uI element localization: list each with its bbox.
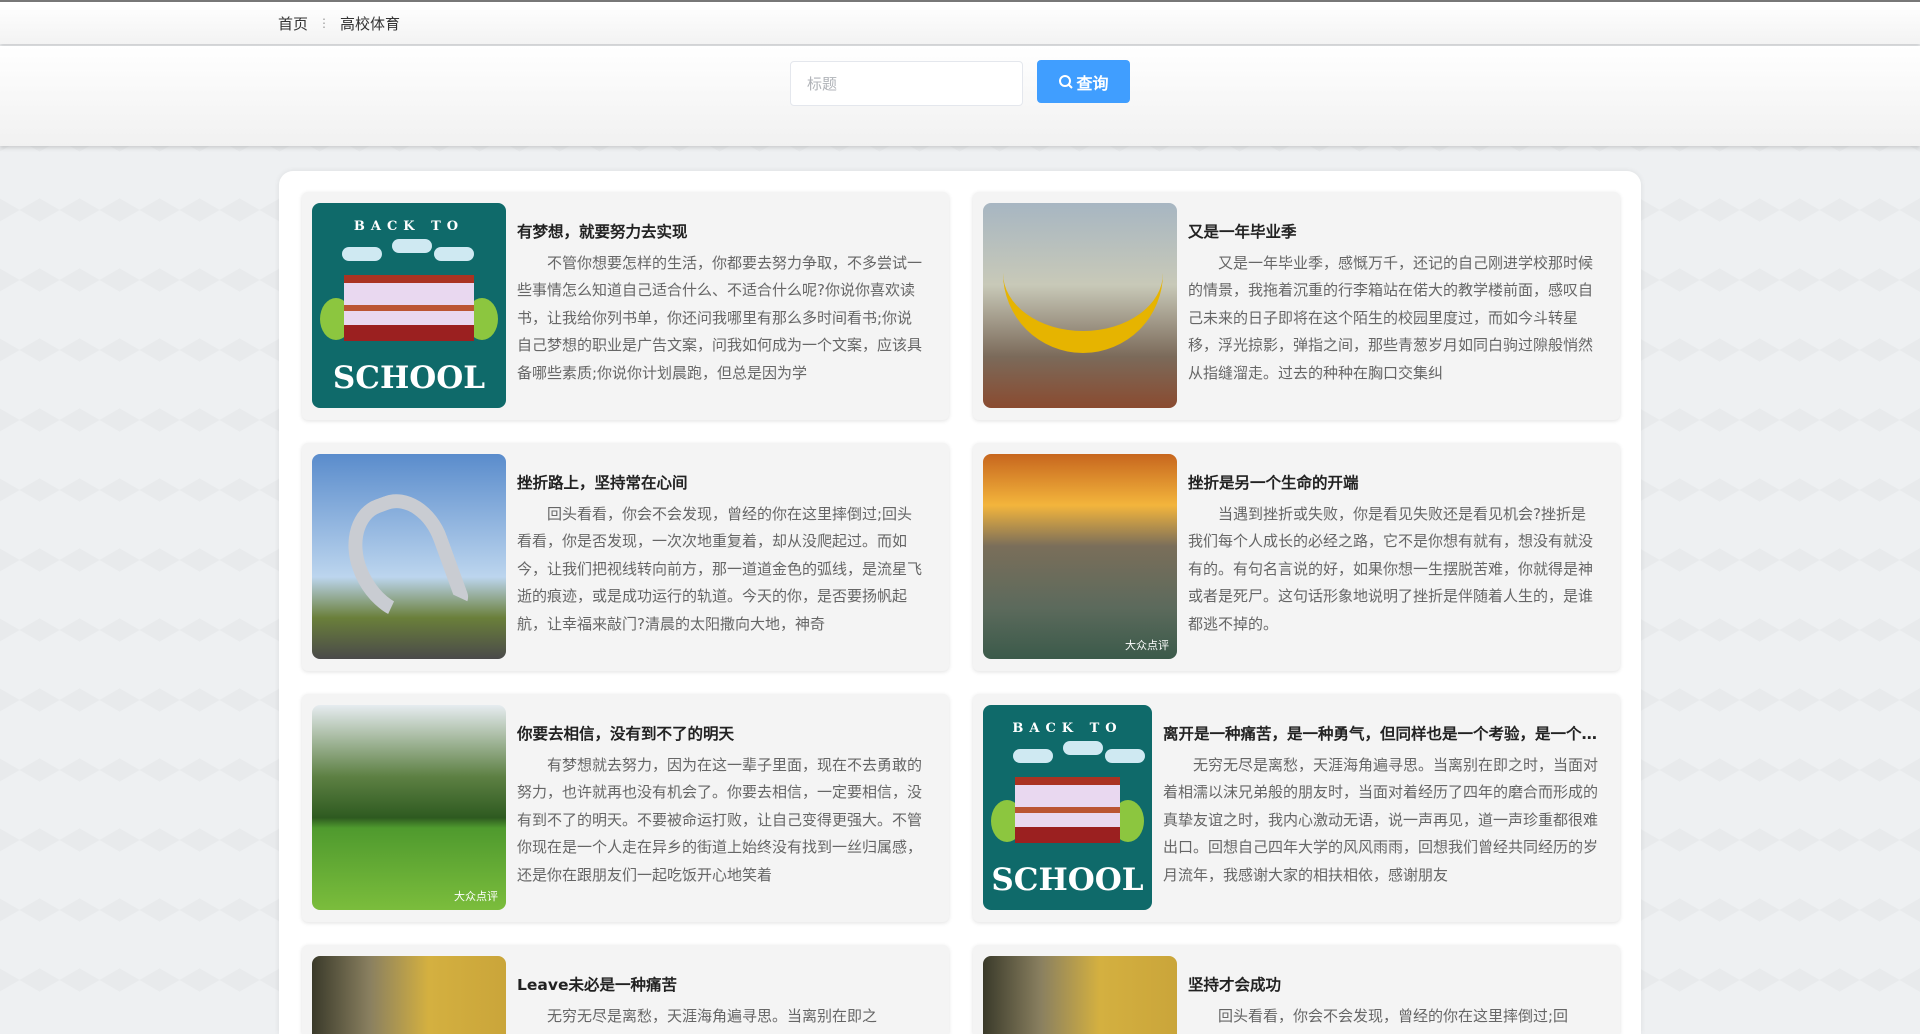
article-card[interactable]: 大众点评 挫折是另一个生命的开端 当遇到挫折或失败，你是看见失败还是看见机会?挫… bbox=[973, 443, 1620, 671]
breadcrumb-current: 高校体育 bbox=[340, 13, 400, 34]
article-title[interactable]: Leave未必是一种痛苦 bbox=[517, 973, 927, 997]
breadcrumb-home[interactable]: 首页 bbox=[278, 13, 308, 34]
article-thumbnail[interactable]: 大众点评 bbox=[312, 705, 506, 910]
article-summary: 无穷无尽是离愁，天涯海角遍寻思。当离别在即之时，当面对着相濡以沫兄弟般的朋友时，… bbox=[1163, 752, 1598, 889]
article-title[interactable]: 坚持才会成功 bbox=[1188, 973, 1598, 997]
article-title[interactable]: 有梦想，就要努力去实现 bbox=[517, 220, 927, 244]
poster-text-bottom: SCHOOL bbox=[312, 360, 506, 396]
article-summary: 有梦想就去努力，因为在这一辈子里面，现在不去勇敢的努力，也许就再也没有机会了。你… bbox=[517, 752, 927, 889]
poster-text-bottom: SCHOOL bbox=[983, 862, 1152, 898]
article-title[interactable]: 又是一年毕业季 bbox=[1188, 220, 1598, 244]
article-thumbnail[interactable] bbox=[983, 956, 1177, 1034]
article-card[interactable]: 挫折路上，坚持常在心间 回头看看，你会不会发现，曾经的你在这里摔倒过;回头看看，… bbox=[302, 443, 949, 671]
article-thumbnail[interactable]: BACK TO SCHOOL bbox=[312, 203, 506, 408]
article-card[interactable]: Leave未必是一种痛苦 无穷无尽是离愁，天涯海角遍寻思。当离别在即之 bbox=[302, 945, 949, 1034]
breadcrumb: 首页 ⋮ 高校体育 bbox=[0, 0, 1920, 44]
article-card[interactable]: 坚持才会成功 回头看看，你会不会发现，曾经的你在这里摔倒过;回 bbox=[973, 945, 1620, 1034]
poster-text-top: BACK TO bbox=[983, 721, 1152, 736]
poster-text-top: BACK TO bbox=[312, 219, 506, 234]
article-thumbnail[interactable]: BACK TO SCHOOL bbox=[983, 705, 1152, 910]
article-title[interactable]: 挫折是另一个生命的开端 bbox=[1188, 471, 1598, 495]
search-button[interactable]: 查询 bbox=[1037, 60, 1130, 103]
article-card[interactable]: 大众点评 你要去相信，没有到不了的明天 有梦想就去努力，因为在这一辈子里面，现在… bbox=[302, 694, 949, 922]
article-card[interactable]: 又是一年毕业季 又是一年毕业季，感慨万千，还记的自己刚进学校那时候的情景，我拖着… bbox=[973, 192, 1620, 420]
article-card[interactable]: BACK TO SCHOOL 离开是一种痛苦，是一种勇气，但同样也是一个考验，是一… bbox=[973, 694, 1620, 922]
article-list: BACK TO SCHOOL 有梦想，就要努力去实现 不管你想要怎样的生活，你都要… bbox=[279, 171, 1641, 1034]
article-summary: 回头看看，你会不会发现，曾经的你在这里摔倒过;回 bbox=[1188, 1003, 1598, 1030]
image-watermark: 大众点评 bbox=[1125, 637, 1169, 653]
title-search-input[interactable] bbox=[790, 61, 1023, 106]
search-button-label: 查询 bbox=[1076, 70, 1108, 94]
breadcrumb-separator: ⋮ bbox=[318, 16, 330, 30]
article-summary: 无穷无尽是离愁，天涯海角遍寻思。当离别在即之 bbox=[517, 1003, 927, 1030]
article-summary: 不管你想要怎样的生活，你都要去努力争取，不多尝试一些事情怎么知道自己适合什么、不… bbox=[517, 250, 927, 387]
article-thumbnail[interactable] bbox=[312, 956, 506, 1034]
article-title[interactable]: 你要去相信，没有到不了的明天 bbox=[517, 722, 927, 746]
article-title[interactable]: 挫折路上，坚持常在心间 bbox=[517, 471, 927, 495]
article-thumbnail[interactable] bbox=[312, 454, 506, 659]
article-summary: 当遇到挫折或失败，你是看见失败还是看见机会?挫折是我们每个人成长的必经之路，它不… bbox=[1188, 501, 1598, 638]
search-bar: 查询 bbox=[0, 46, 1920, 146]
article-card[interactable]: BACK TO SCHOOL 有梦想，就要努力去实现 不管你想要怎样的生活，你都要… bbox=[302, 192, 949, 420]
article-thumbnail[interactable]: 大众点评 bbox=[983, 454, 1177, 659]
article-title[interactable]: 离开是一种痛苦，是一种勇气，但同样也是一个考验，是一个新的开始 bbox=[1163, 722, 1598, 746]
article-thumbnail[interactable] bbox=[983, 203, 1177, 408]
article-summary: 又是一年毕业季，感慨万千，还记的自己刚进学校那时候的情景，我拖着沉重的行李箱站在… bbox=[1188, 250, 1598, 387]
search-icon bbox=[1058, 74, 1074, 90]
image-watermark: 大众点评 bbox=[454, 888, 498, 904]
article-summary: 回头看看，你会不会发现，曾经的你在这里摔倒过;回头看看，你是否发现，一次次地重复… bbox=[517, 501, 927, 638]
